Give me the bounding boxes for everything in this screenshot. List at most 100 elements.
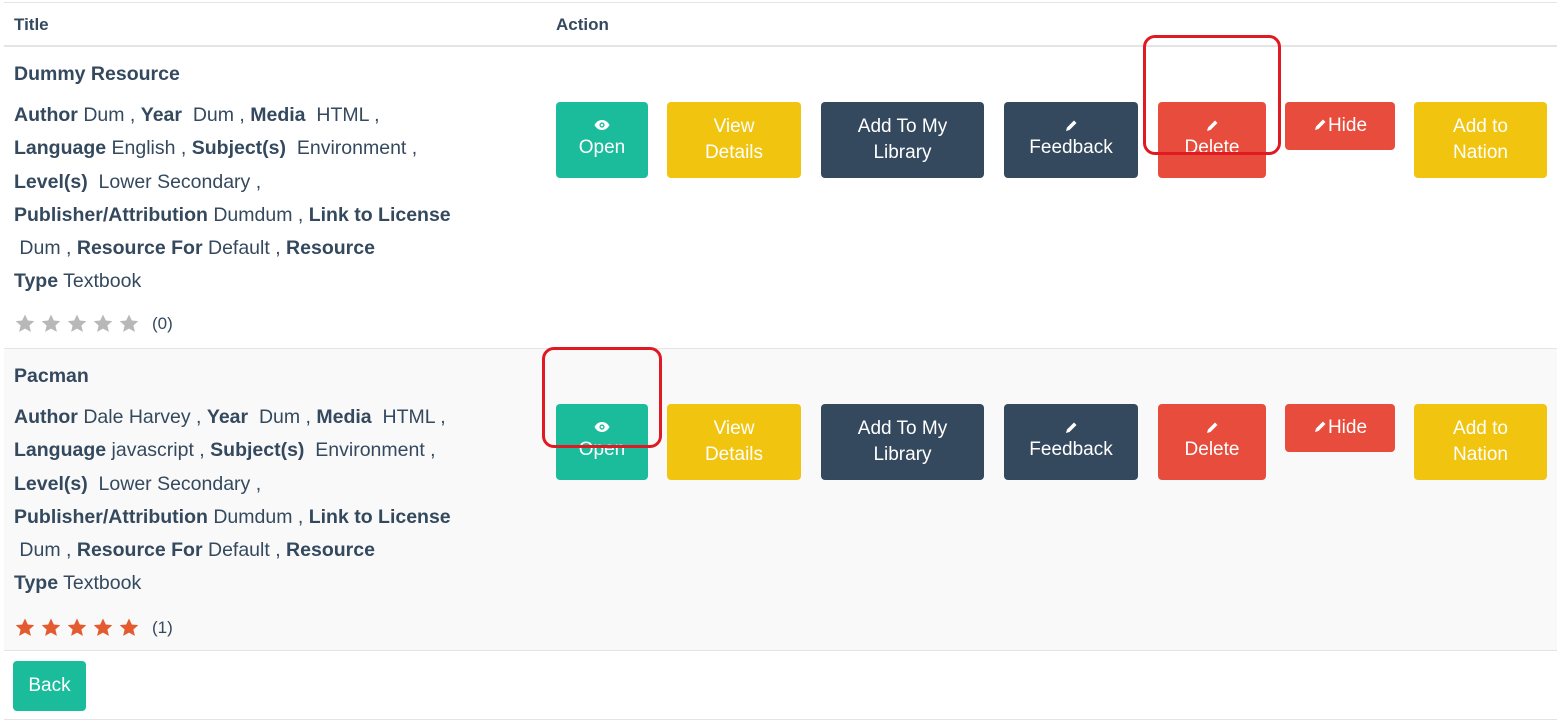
view-label-line1: View [713, 116, 755, 137]
star-icon[interactable] [118, 617, 140, 639]
label-resource: Resource [286, 539, 375, 562]
add-nation-line1: Add to [1453, 116, 1508, 137]
add-to-nation-button[interactable]: Add to Nation [1414, 404, 1547, 480]
star-icon[interactable] [40, 617, 62, 639]
star-rating[interactable]: (1) [14, 617, 173, 639]
label-year: Year [140, 104, 182, 126]
table-row: Pacman Author Dale Harvey , Year Dum , M… [4, 349, 1557, 651]
star-icon[interactable] [40, 313, 62, 335]
label-media: Media [316, 406, 372, 428]
pencil-icon [1064, 119, 1078, 135]
pencil-icon [1205, 421, 1219, 437]
star-icon[interactable] [66, 313, 88, 335]
highlight-annotation [542, 347, 662, 448]
label-link-to-license: Link to License [308, 203, 451, 226]
hide-button[interactable]: Hide [1285, 404, 1395, 452]
feedback-button[interactable]: Feedback [1004, 404, 1138, 480]
label-media: Media [250, 104, 306, 126]
label-author: Author [14, 104, 78, 126]
delete-button[interactable]: Delete [1158, 404, 1266, 480]
value-type: Textbook [63, 270, 142, 293]
label-levels: Level(s) [14, 170, 88, 193]
value-language: javascript [111, 439, 194, 462]
value-link-to-license: Dum [19, 237, 61, 260]
feedback-button[interactable]: Feedback [1004, 102, 1138, 178]
hide-button[interactable]: Hide [1285, 102, 1395, 150]
add-to-nation-button[interactable]: Add to Nation [1414, 102, 1547, 178]
value-levels: Lower Secondary [98, 472, 251, 495]
view-label-line2: Details [704, 444, 764, 465]
add-library-line1: Add To My [857, 116, 948, 137]
header-action: Action [556, 15, 609, 34]
table-row: Dummy Resource Author Dum , Year Dum , M… [4, 47, 1557, 349]
add-library-line1: Add To My [857, 418, 948, 439]
star-icon[interactable] [118, 313, 140, 335]
add-nation-line1: Add to [1453, 418, 1508, 439]
delete-label: Delete [1184, 439, 1240, 460]
value-subjects: Environment [296, 137, 407, 160]
add-to-library-button[interactable]: Add To My Library [821, 102, 984, 178]
star-icon[interactable] [92, 313, 114, 335]
hide-label: Hide [1327, 417, 1368, 438]
value-publisher: Dumdum [213, 505, 293, 528]
value-language: English [111, 137, 176, 160]
rating-count: (0) [152, 314, 173, 333]
value-media: HTML [382, 406, 435, 428]
view-details-button[interactable]: View Details [667, 404, 801, 480]
label-year: Year [206, 406, 249, 428]
view-details-button[interactable]: View Details [667, 102, 801, 178]
resource-info: Pacman Author Dale Harvey , Year Dum , M… [14, 363, 544, 601]
hide-label: Hide [1327, 115, 1368, 136]
value-author: Dale Harvey [83, 406, 191, 428]
value-publisher: Dumdum [213, 203, 293, 226]
add-library-line2: Library [873, 444, 932, 465]
label-author: Author [14, 406, 78, 428]
value-subjects: Environment [315, 439, 425, 462]
label-subjects: Subject(s) [191, 137, 287, 160]
value-year: Dum [258, 406, 301, 428]
header-title: Title [14, 15, 49, 34]
table-header: Title Action [4, 2, 1557, 47]
feedback-label: Feedback [1029, 137, 1113, 158]
star-icon[interactable] [14, 617, 36, 639]
resource-title: Pacman [14, 365, 89, 387]
label-publisher: Publisher/Attribution [14, 203, 208, 226]
label-publisher: Publisher/Attribution [14, 505, 208, 528]
star-rating[interactable]: (0) [14, 313, 173, 335]
view-label-line2: Details [704, 142, 764, 163]
label-language: Language [14, 137, 107, 160]
pencil-icon [1064, 421, 1078, 437]
rating-count: (1) [152, 618, 173, 637]
resource-info: Dummy Resource Author Dum , Year Dum , M… [14, 61, 544, 299]
add-nation-line2: Nation [1453, 444, 1508, 465]
label-subjects: Subject(s) [210, 439, 305, 462]
open-label: Open [578, 137, 626, 158]
label-resource-for: Resource For [76, 237, 203, 260]
value-author: Dum [83, 104, 125, 126]
eye-icon [594, 119, 610, 135]
open-button[interactable]: Open [556, 102, 648, 178]
back-button[interactable]: Back [13, 661, 86, 711]
star-icon[interactable] [14, 313, 36, 335]
feedback-label: Feedback [1029, 439, 1113, 460]
label-type: Type [14, 572, 59, 595]
label-resource: Resource [286, 237, 375, 260]
resource-title: Dummy Resource [14, 63, 180, 85]
label-link-to-license: Link to License [308, 505, 451, 528]
star-icon[interactable] [92, 617, 114, 639]
pencil-icon [1313, 118, 1327, 134]
value-media: HTML [316, 104, 369, 126]
label-language: Language [14, 439, 107, 462]
value-link-to-license: Dum [19, 539, 61, 562]
label-resource-for: Resource For [76, 539, 203, 562]
label-type: Type [14, 270, 59, 293]
resource-table: Title Action Dummy Resource Author Dum ,… [4, 2, 1557, 651]
value-resource-for: Default [207, 539, 270, 562]
value-resource-for: Default [207, 237, 270, 260]
star-icon[interactable] [66, 617, 88, 639]
divider [4, 719, 1557, 720]
value-type: Textbook [63, 572, 142, 595]
label-levels: Level(s) [14, 472, 88, 495]
add-to-library-button[interactable]: Add To My Library [821, 404, 984, 480]
view-label-line1: View [713, 418, 755, 439]
